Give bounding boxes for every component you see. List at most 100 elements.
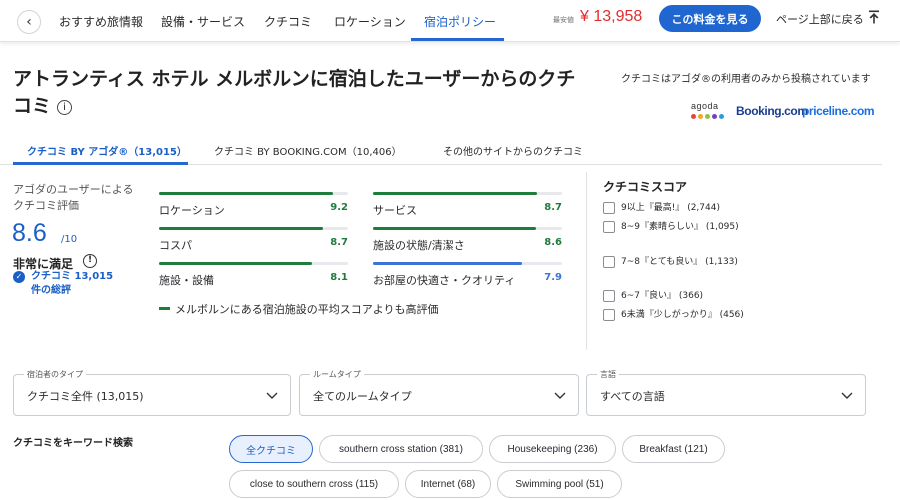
chevron-down-icon: [554, 392, 566, 399]
nav-tab-reviews[interactable]: クチコミ: [264, 0, 312, 42]
tab-agoda-reviews[interactable]: クチコミ BY アゴダ®（13,015）: [27, 143, 187, 158]
checkbox[interactable]: [603, 309, 615, 321]
rating-label: サービス: [373, 204, 417, 217]
rating-label: 施設の状態/清潔さ: [373, 239, 465, 252]
lowest-price-label: 最安値: [553, 16, 574, 24]
rating-label: お部屋の快適さ・クオリティ: [373, 274, 516, 287]
rating-bar-track: [373, 192, 562, 195]
rating-value: 9.2: [330, 202, 348, 213]
keyword-chip[interactable]: close to southern cross (115): [229, 470, 399, 498]
overall-score: 8.6: [12, 219, 47, 247]
arrow-up-icon[interactable]: [868, 10, 880, 24]
rating-value: 8.6: [544, 237, 562, 248]
rating-label: ロケーション: [159, 204, 225, 217]
keyword-chip[interactable]: Breakfast (121): [622, 435, 725, 463]
keyword-chip[interactable]: 全クチコミ: [229, 435, 313, 463]
score-summary-label: アゴダのユーザーによるクチコミ評価: [13, 183, 134, 212]
rating-bar-fill: [159, 227, 324, 230]
tab-booking-reviews[interactable]: クチコミ BY BOOKING.COM（10,406）: [214, 143, 402, 158]
rating-bar-track: [373, 262, 562, 265]
rating-item: 施設の状態/清潔さ 8.6: [373, 227, 562, 257]
checkbox[interactable]: [603, 202, 615, 214]
keyword-chip[interactable]: Internet (68): [405, 470, 491, 498]
tab-other-reviews[interactable]: その他のサイトからのクチコミ: [443, 143, 583, 158]
traveler-type-value: クチコミ全件 (13,015): [27, 390, 144, 403]
language-value: すべての言語: [600, 390, 665, 403]
agoda-dots-icon: [691, 114, 724, 119]
rating-item: サービス 8.7: [373, 192, 562, 222]
score-filter-label: 6未満『少しがっかり』 (456): [621, 310, 744, 320]
rating-value: 8.7: [330, 237, 348, 248]
back-button[interactable]: ‹: [17, 10, 41, 34]
view-price-button[interactable]: この料金を見る: [659, 5, 761, 32]
rating-label: 施設・設備: [159, 274, 214, 287]
room-type-label: ルームタイプ: [310, 369, 364, 380]
source-tab-indicator: [13, 162, 188, 165]
chevron-down-icon: [266, 392, 278, 399]
rating-item: 施設・設備 8.1: [159, 262, 348, 292]
nav-tab-recommend[interactable]: おすすめ旅情報: [59, 0, 143, 42]
rating-bar-track: [159, 227, 348, 230]
rating-bar-track: [159, 192, 348, 195]
review-source-note: クチコミはアゴダ®の利用者のみから投稿されています: [621, 74, 871, 85]
rating-label: コスパ: [159, 239, 192, 252]
partner-logos: agoda Booking.com priceline.com: [691, 101, 886, 123]
traveler-type-select[interactable]: 宿泊者のタイプ クチコミ全件 (13,015): [13, 369, 291, 416]
top-nav: ‹ おすすめ旅情報 設備・サービス クチコミ ロケーション 宿泊ポリシー 最安値…: [0, 0, 900, 42]
score-max: /10: [61, 234, 78, 245]
nav-tab-facilities[interactable]: 設備・サービス: [161, 0, 245, 42]
rating-bar-fill: [373, 192, 538, 195]
rating-bar-track: [373, 227, 562, 230]
traveler-type-label: 宿泊者のタイプ: [24, 369, 86, 380]
score-filter-title: クチコミスコア: [603, 180, 688, 194]
room-type-value: 全てのルームタイプ: [313, 390, 412, 403]
checkbox[interactable]: [603, 221, 615, 233]
language-label: 言語: [597, 369, 619, 380]
page-title-text: アトランティス ホテル メルボルンに宿泊したユーザーからのクチコミ: [13, 68, 576, 117]
score-filter-label: 9以上『最高!』 (2,744): [621, 203, 720, 213]
checkbox[interactable]: [603, 290, 615, 302]
keyword-chip[interactable]: southern cross station (381): [319, 435, 483, 463]
rating-bar-fill: [159, 262, 313, 265]
score-filter-label: 8~9『素晴らしい』 (1,095): [621, 222, 739, 232]
rating-value: 7.9: [544, 272, 562, 283]
booking-logo: Booking.com: [736, 104, 808, 118]
page-title: アトランティス ホテル メルボルンに宿泊したユーザーからのクチコミ i: [13, 66, 588, 120]
rating-bar-fill: [373, 227, 536, 230]
review-count-link[interactable]: ✓ クチコミ 13,015 件の総評: [13, 270, 118, 298]
rating-value: 8.7: [544, 202, 562, 213]
keyword-chip[interactable]: Housekeeping (236): [489, 435, 616, 463]
legend-text: メルボルンにある宿泊施設の平均スコアよりも高評価: [175, 303, 439, 316]
review-source-tabs: クチコミ BY アゴダ®（13,015） クチコミ BY BOOKING.COM…: [0, 135, 882, 165]
checkbox[interactable]: [603, 256, 615, 268]
keyword-chip[interactable]: Swimming pool (51): [497, 470, 622, 498]
rating-legend: メルボルンにある宿泊施設の平均スコアよりも高評価: [159, 301, 439, 317]
keyword-search-title: クチコミをキーワード検索: [13, 438, 133, 449]
rating-bar-track: [159, 262, 348, 265]
rating-item: ロケーション 9.2: [159, 192, 348, 222]
rating-item: お部屋の快適さ・クオリティ 7.9: [373, 262, 562, 292]
rating-bar-fill: [159, 192, 333, 195]
back-to-top-link[interactable]: ページ上部に戻る: [776, 11, 864, 27]
review-count-text: クチコミ 13,015 件の総評: [31, 271, 114, 296]
nav-tab-policy[interactable]: 宿泊ポリシー: [424, 0, 496, 42]
chevron-left-icon: ‹: [26, 14, 32, 30]
rating-item: コスパ 8.7: [159, 227, 348, 257]
priceline-logo: priceline.com: [802, 104, 875, 118]
language-select[interactable]: 言語 すべての言語: [586, 369, 866, 416]
divider: [586, 172, 587, 350]
agoda-logo: agoda: [691, 101, 719, 111]
rating-bar-fill: [373, 262, 523, 265]
info-icon[interactable]: i: [57, 100, 73, 115]
room-type-select[interactable]: ルームタイプ 全てのルームタイプ: [299, 369, 579, 416]
check-circle-icon: ✓: [13, 271, 25, 283]
score-filter-label: 6~7『良い』 (366): [621, 291, 704, 301]
active-tab-indicator: [411, 38, 504, 41]
chevron-down-icon: [841, 392, 853, 399]
rating-value: 8.1: [330, 272, 348, 283]
legend-swatch: [159, 307, 170, 310]
score-filter-label: 7~8『とても良い』 (1,133): [621, 257, 738, 267]
exclamation-icon[interactable]: !: [83, 254, 97, 268]
price-value: ¥ 13,958: [580, 8, 643, 25]
nav-tab-location[interactable]: ロケーション: [334, 0, 406, 42]
